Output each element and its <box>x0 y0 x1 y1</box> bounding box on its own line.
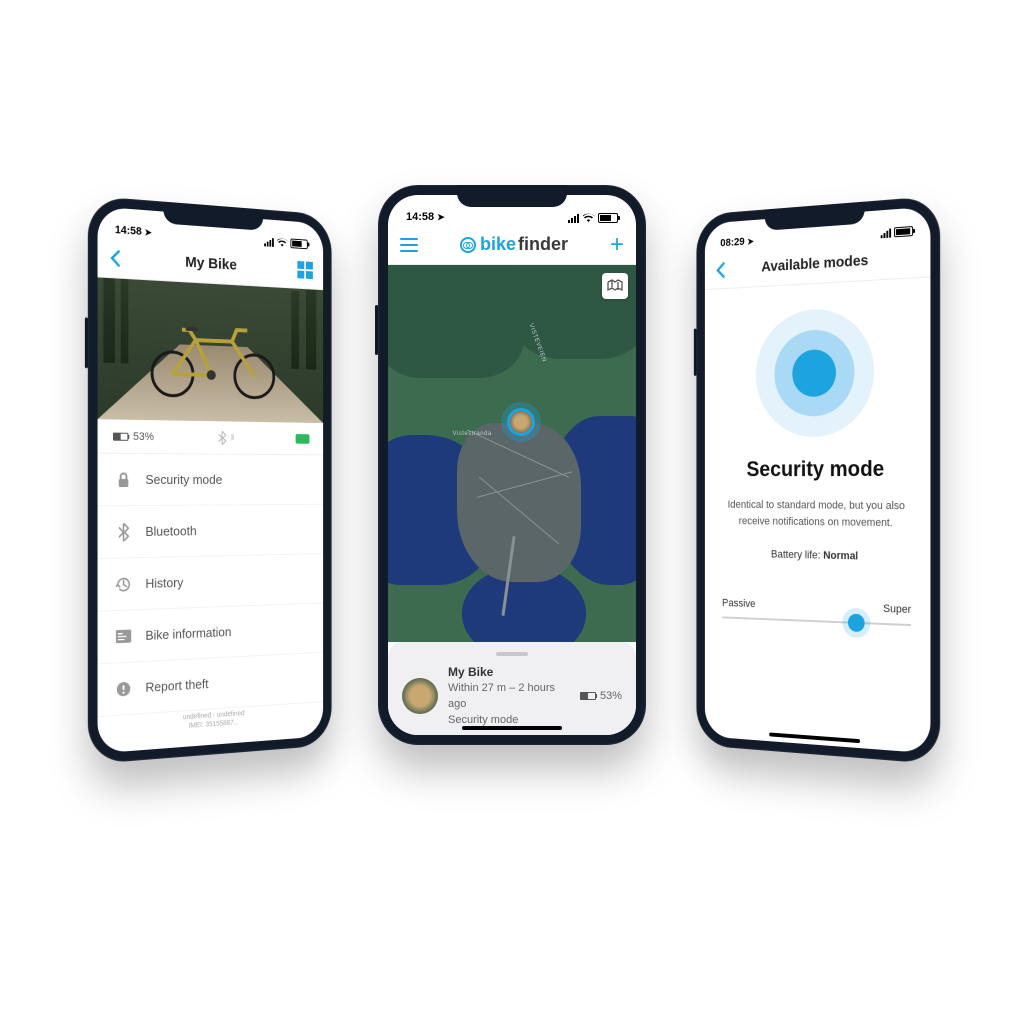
history-icon <box>115 575 132 594</box>
phone-mockup-right: 08:29 ➤ Available modes Secu <box>696 196 940 765</box>
status-time: 14:58 <box>406 211 434 223</box>
brand-logo-icon <box>460 237 476 253</box>
menu-list: Security mode Bluetooth History <box>98 454 324 754</box>
slider-label-left: Passive <box>722 597 756 610</box>
qr-code-icon[interactable] <box>297 260 313 278</box>
cell-signal-icon <box>568 214 579 223</box>
slider-label-right: Super <box>883 603 911 616</box>
location-arrow-icon: ➤ <box>747 236 754 247</box>
map-view[interactable]: Vistestranda VISTEVEIEN <box>388 265 636 642</box>
battery-life-text: Battery life: Normal <box>771 549 858 563</box>
bike-battery: 53% <box>580 690 622 702</box>
phone-mockup-center: 14:58 ➤ bikefinder + <box>378 185 646 745</box>
bluetooth-signal-icon: ⦀ <box>218 431 234 445</box>
bike-avatar <box>402 678 438 714</box>
menu-label: Security mode <box>145 472 222 487</box>
bike-status-strip: 53% ⦀ <box>98 419 324 455</box>
bike-icon <box>144 308 280 401</box>
menu-button[interactable] <box>400 238 418 252</box>
distance-text: Within 27 m <box>448 682 506 694</box>
notch <box>457 185 567 207</box>
bluetooth-icon <box>115 523 132 541</box>
menu-item-history[interactable]: History <box>98 554 324 612</box>
slider-thumb[interactable] <box>848 614 865 633</box>
menu-label: Bluetooth <box>145 523 196 539</box>
status-time: 08:29 <box>720 236 744 249</box>
phone-mockup-left: 14:58 ➤ My Bike <box>88 196 332 765</box>
menu-label: History <box>145 575 183 591</box>
bike-hero-image <box>98 277 324 423</box>
brand-logo: bikefinder <box>460 234 568 255</box>
battery-icon <box>894 226 913 237</box>
battery-small-icon <box>113 432 128 440</box>
status-time: 14:58 <box>115 224 142 238</box>
home-indicator <box>462 726 562 730</box>
battery-icon <box>290 238 307 249</box>
navbar: bikefinder + <box>388 225 636 265</box>
sim-status-icon <box>296 434 310 444</box>
mode-description: Identical to standard mode, but you also… <box>722 497 911 531</box>
cell-signal-icon <box>264 237 274 246</box>
mode-title: Security mode <box>746 456 884 482</box>
battery-percent: 53% <box>133 430 154 442</box>
map-layers-button[interactable] <box>602 273 628 299</box>
info-card-icon <box>115 627 132 646</box>
lock-icon <box>115 470 132 488</box>
sheet-drag-handle[interactable] <box>496 652 528 656</box>
menu-label: Report theft <box>145 676 208 695</box>
alert-icon <box>115 679 132 698</box>
menu-item-bluetooth[interactable]: Bluetooth <box>98 505 324 559</box>
back-button[interactable] <box>715 261 725 279</box>
mode-radar-graphic <box>756 307 874 438</box>
map-place-label: Vistestranda <box>452 431 491 437</box>
battery-icon <box>598 213 618 223</box>
wifi-icon <box>582 213 595 223</box>
page-title: My Bike <box>185 254 237 274</box>
bike-location-pin[interactable] <box>507 408 535 436</box>
bike-name: My Bike <box>448 664 570 681</box>
location-arrow-icon: ➤ <box>437 212 445 223</box>
cell-signal-icon <box>881 228 891 238</box>
add-button[interactable]: + <box>610 233 624 257</box>
bottom-sheet[interactable]: My Bike Within 27 m – 2 hours ago Securi… <box>388 642 636 735</box>
back-button[interactable] <box>109 248 121 267</box>
page-title: Available modes <box>761 252 868 275</box>
wifi-icon <box>276 237 287 247</box>
menu-item-security-mode[interactable]: Security mode <box>98 454 324 507</box>
location-arrow-icon: ➤ <box>145 227 152 238</box>
mode-slider[interactable]: Passive Super <box>722 597 911 626</box>
menu-label: Bike information <box>145 624 231 643</box>
